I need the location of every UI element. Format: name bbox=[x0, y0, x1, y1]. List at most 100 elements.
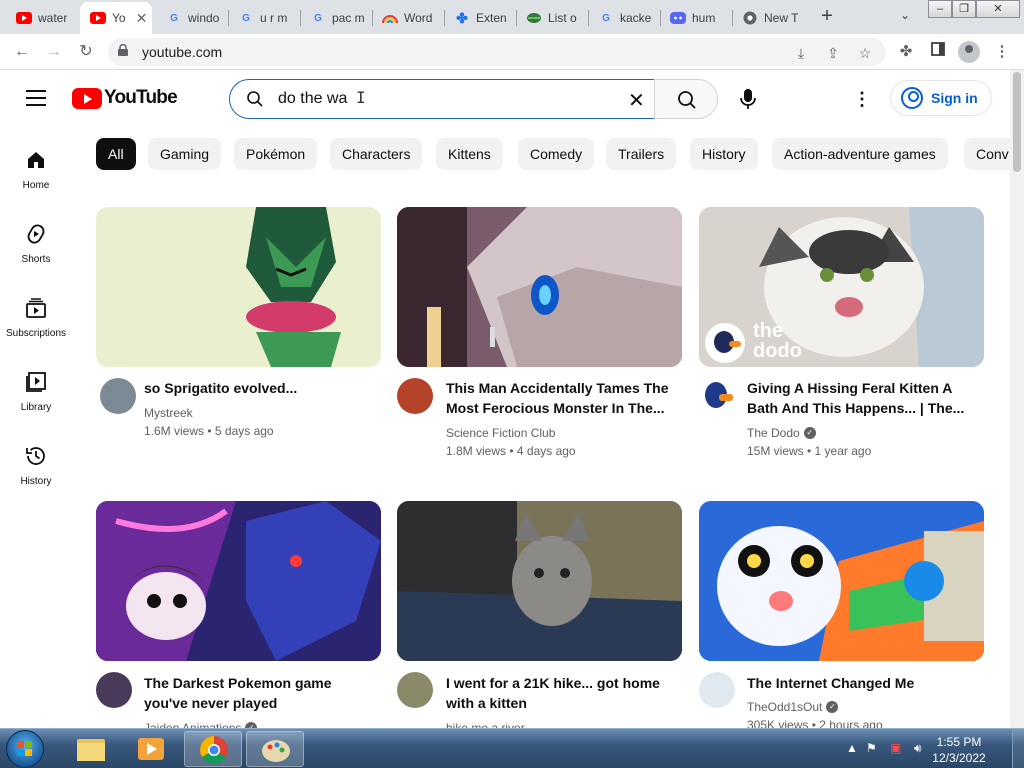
scrollbar-thumb[interactable] bbox=[1013, 72, 1021, 172]
chip-conv[interactable]: Conv bbox=[964, 138, 1010, 170]
video-title[interactable]: The Darkest Pokemon game you've never pl… bbox=[144, 673, 374, 713]
browser-menu-icon[interactable]: ⋮ bbox=[992, 42, 1012, 62]
browser-tab-active[interactable]: Yo ✕ bbox=[80, 2, 152, 34]
browser-tab[interactable]: G windo bbox=[156, 4, 226, 32]
browser-tab[interactable]: Word bbox=[372, 4, 444, 32]
media-player-icon bbox=[138, 738, 164, 760]
channel-name[interactable]: TheOdd1sOut ✓ bbox=[747, 700, 839, 714]
channel-avatar[interactable] bbox=[699, 378, 735, 414]
chip-trailers[interactable]: Trailers bbox=[606, 138, 677, 170]
video-title[interactable]: Giving A Hissing Feral Kitten A Bath And… bbox=[747, 378, 977, 418]
start-button[interactable] bbox=[6, 730, 44, 768]
search-input[interactable]: do the wa I ✕ bbox=[229, 79, 655, 119]
channel-name[interactable]: Mystreek bbox=[144, 406, 193, 420]
browser-tab-strip: water Yo ✕ G windo G u r m G pac m Word … bbox=[0, 0, 1024, 34]
channel-name[interactable]: The Dodo ✓ bbox=[747, 426, 816, 440]
sign-in-button[interactable]: Sign in bbox=[890, 80, 992, 116]
browser-tab[interactable]: hum bbox=[660, 4, 732, 32]
profile-avatar-icon[interactable] bbox=[958, 41, 980, 63]
volume-speaker-icon[interactable]: 🔊︎ bbox=[914, 741, 922, 756]
video-thumbnail[interactable] bbox=[397, 501, 682, 661]
video-title[interactable]: I went for a 21K hike... got home with a… bbox=[446, 673, 676, 713]
close-window-button[interactable]: ✕ bbox=[976, 0, 1020, 18]
chip-gaming[interactable]: Gaming bbox=[148, 138, 222, 170]
install-icon[interactable]: ⤓ bbox=[792, 44, 810, 62]
guide-item-library[interactable]: Library bbox=[0, 370, 72, 413]
dodo-logo-icon bbox=[705, 323, 745, 363]
youtube-play-icon bbox=[72, 87, 102, 109]
guide-item-shorts[interactable]: Shorts bbox=[0, 222, 72, 265]
browser-tab[interactable]: New T bbox=[732, 4, 804, 32]
youtube-icon bbox=[90, 10, 106, 26]
lock-icon bbox=[118, 43, 128, 59]
taskbar-paint-button[interactable] bbox=[246, 731, 304, 767]
address-bar[interactable]: youtube.com ⤓ ⇪ ☆ bbox=[108, 38, 886, 66]
guide-item-subscriptions[interactable]: Subscriptions bbox=[0, 296, 72, 339]
chip-action-adventure-games[interactable]: Action-adventure games bbox=[772, 138, 948, 170]
video-thumbnail[interactable] bbox=[397, 207, 682, 367]
chip-all[interactable]: All bbox=[96, 138, 136, 170]
channel-avatar[interactable] bbox=[100, 378, 136, 414]
chip-kittens[interactable]: Kittens bbox=[436, 138, 503, 170]
kitten-hike-thumbnail bbox=[397, 501, 682, 661]
clear-search-icon[interactable]: ✕ bbox=[628, 88, 645, 113]
guide-item-history[interactable]: History bbox=[0, 444, 72, 487]
channel-avatar[interactable] bbox=[397, 378, 433, 414]
settings-more-icon[interactable]: ⋮ bbox=[850, 86, 874, 112]
taskbar-chrome-button[interactable] bbox=[184, 731, 242, 767]
new-tab-button[interactable]: + bbox=[816, 5, 838, 27]
show-desktop-button[interactable] bbox=[1012, 729, 1024, 768]
tab-search-chevron-icon[interactable]: ⌄ bbox=[896, 6, 914, 24]
pokemon-cartoon-thumbnail bbox=[246, 207, 341, 367]
system-clock[interactable]: 1:55 PM 12/3/2022 bbox=[930, 734, 988, 766]
browser-tab[interactable]: ✤ Exten bbox=[444, 4, 516, 32]
video-title[interactable]: The Internet Changed Me bbox=[747, 673, 977, 693]
video-title[interactable]: so Sprigatito evolved... bbox=[144, 378, 374, 398]
chip-comedy[interactable]: Comedy bbox=[518, 138, 595, 170]
side-panel-icon[interactable] bbox=[928, 42, 948, 62]
taskbar-explorer-button[interactable] bbox=[62, 731, 120, 767]
browser-tab[interactable]: water bbox=[6, 4, 74, 32]
show-hidden-icons-icon[interactable]: ▲ bbox=[846, 741, 858, 755]
browser-tab[interactable]: G pac m bbox=[300, 4, 370, 32]
dark-pokemon-thumbnail bbox=[96, 501, 381, 661]
action-center-flag-icon[interactable]: ⚑ bbox=[866, 741, 877, 755]
chip-characters[interactable]: Characters bbox=[330, 138, 423, 170]
reload-icon[interactable]: ↻ bbox=[76, 42, 96, 62]
close-tab-icon[interactable]: ✕ bbox=[136, 10, 148, 27]
taskbar-media-player-button[interactable] bbox=[122, 731, 180, 767]
youtube-logo[interactable]: YouTube bbox=[72, 87, 178, 109]
guide-menu-icon[interactable] bbox=[26, 90, 46, 106]
leaf-icon bbox=[526, 10, 542, 26]
voice-search-button[interactable] bbox=[728, 79, 768, 119]
channel-avatar[interactable] bbox=[96, 672, 132, 708]
guide-item-home[interactable]: Home bbox=[0, 148, 72, 191]
browser-tab[interactable]: G kacke bbox=[588, 4, 660, 32]
video-thumbnail[interactable] bbox=[96, 207, 381, 367]
minimize-window-button[interactable]: – bbox=[928, 0, 952, 18]
bookmark-star-icon[interactable]: ☆ bbox=[856, 44, 874, 62]
share-icon[interactable]: ⇪ bbox=[824, 44, 842, 62]
channel-name[interactable]: Science Fiction Club bbox=[446, 426, 555, 440]
restore-window-button[interactable]: ❐ bbox=[952, 0, 976, 18]
video-thumbnail[interactable]: the dodo bbox=[699, 207, 984, 367]
browser-tab[interactable]: G u r m bbox=[228, 4, 298, 32]
chrome-icon bbox=[742, 10, 758, 26]
browser-tab[interactable]: List o bbox=[516, 4, 588, 32]
network-error-icon[interactable]: ▣ bbox=[890, 741, 901, 755]
forward-arrow-icon[interactable]: → bbox=[44, 42, 64, 62]
extensions-puzzle-icon[interactable]: ✤ bbox=[896, 42, 916, 62]
google-icon: G bbox=[314, 12, 322, 24]
chip-pokemon[interactable]: Pokémon bbox=[234, 138, 318, 170]
channel-avatar[interactable] bbox=[397, 672, 433, 708]
video-title[interactable]: This Man Accidentally Tames The Most Fer… bbox=[446, 378, 676, 418]
channel-avatar[interactable] bbox=[699, 672, 735, 708]
search-button[interactable] bbox=[654, 79, 718, 119]
page-scrollbar[interactable] bbox=[1010, 70, 1024, 728]
video-thumbnail[interactable] bbox=[699, 501, 984, 661]
back-arrow-icon[interactable]: ← bbox=[12, 42, 32, 62]
windows-logo-icon bbox=[17, 741, 33, 757]
video-thumbnail[interactable] bbox=[96, 501, 381, 661]
dodo-watermark-text: the dodo bbox=[753, 320, 802, 362]
chip-history[interactable]: History bbox=[690, 138, 758, 170]
